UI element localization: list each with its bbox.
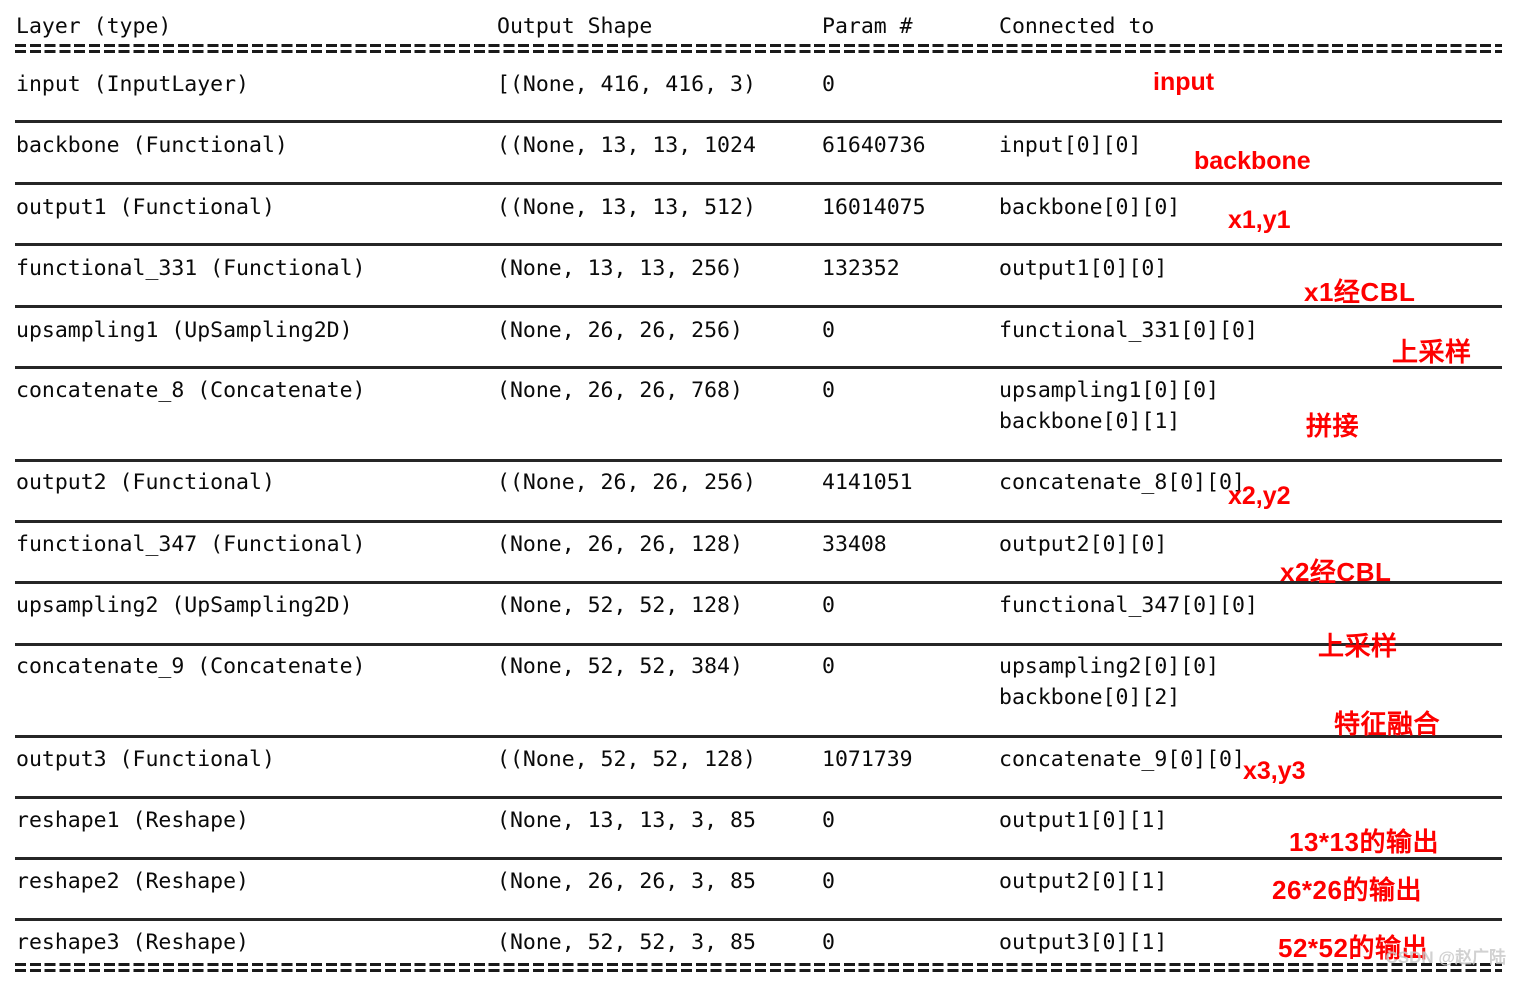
row-separator xyxy=(15,581,1502,584)
cell-output-shape: (None, 52, 52, 128) xyxy=(497,593,743,618)
divider-double-top xyxy=(15,44,1502,53)
anno-upsample-2: 上采样 xyxy=(1318,631,1398,661)
cell-layer: concatenate_8 (Concatenate) xyxy=(16,378,366,403)
cell-param-count: 1071739 xyxy=(822,747,913,772)
anno-x3y3: x3,y3 xyxy=(1243,757,1306,785)
row-separator xyxy=(15,857,1502,860)
cell-output-shape: (None, 26, 26, 256) xyxy=(497,318,743,343)
anno-input: input xyxy=(1153,68,1215,96)
row-separator xyxy=(15,120,1502,123)
cell-output-shape: (None, 13, 13, 3, 85 xyxy=(497,808,756,833)
cell-layer: output2 (Functional) xyxy=(16,470,275,495)
cell-layer: reshape1 (Reshape) xyxy=(16,808,249,833)
row-separator xyxy=(15,796,1502,799)
cell-connected-to: upsampling2[0][0] xyxy=(999,654,1220,679)
cell-output-shape: (None, 52, 52, 384) xyxy=(497,654,743,679)
cell-connected-to: output2[0][0] xyxy=(999,532,1168,557)
cell-connected-to: output1[0][0] xyxy=(999,256,1168,281)
cell-output-shape: [(None, 416, 416, 3) xyxy=(497,72,756,97)
cell-connected-to: functional_347[0][0] xyxy=(999,593,1258,618)
anno-concat-1: 拼接 xyxy=(1306,411,1360,441)
anno-upsample-1: 上采样 xyxy=(1392,337,1472,367)
cell-layer: concatenate_9 (Concatenate) xyxy=(16,654,366,679)
cell-output-shape: (None, 26, 26, 768) xyxy=(497,378,743,403)
cell-output-shape: ((None, 26, 26, 256) xyxy=(497,470,756,495)
cell-layer: upsampling1 (UpSampling2D) xyxy=(16,318,353,343)
anno-x1-cbl: x1经CBL xyxy=(1304,277,1416,307)
cell-layer: reshape3 (Reshape) xyxy=(16,930,249,955)
cell-connected-to-secondary: backbone[0][2] xyxy=(999,685,1181,710)
row-separator xyxy=(15,918,1502,921)
cell-param-count: 0 xyxy=(822,808,835,833)
cell-output-shape: (None, 26, 26, 3, 85 xyxy=(497,869,756,894)
cell-connected-to: output1[0][1] xyxy=(999,808,1168,833)
header-connected: Connected to xyxy=(999,14,1155,39)
cell-param-count: 0 xyxy=(822,930,835,955)
cell-param-count: 132352 xyxy=(822,256,900,281)
cell-connected-to: functional_331[0][0] xyxy=(999,318,1258,343)
row-separator xyxy=(15,182,1502,185)
cell-connected-to: backbone[0][0] xyxy=(999,195,1181,220)
cell-connected-to-secondary: backbone[0][1] xyxy=(999,409,1181,434)
cell-output-shape: ((None, 52, 52, 128) xyxy=(497,747,756,772)
cell-layer: upsampling2 (UpSampling2D) xyxy=(16,593,353,618)
watermark: CSDN @赵广陆 xyxy=(1385,948,1506,967)
cell-layer: functional_331 (Functional) xyxy=(16,256,366,281)
divider-double-bottom xyxy=(15,963,1502,972)
cell-output-shape: ((None, 13, 13, 512) xyxy=(497,195,756,220)
cell-connected-to: input[0][0] xyxy=(999,133,1142,158)
anno-x1y1: x1,y1 xyxy=(1228,206,1291,234)
anno-out-13: 13*13的输出 xyxy=(1289,827,1439,857)
header-layer: Layer (type) xyxy=(16,14,172,39)
row-separator xyxy=(15,735,1502,738)
row-separator xyxy=(15,520,1502,523)
cell-layer: reshape2 (Reshape) xyxy=(16,869,249,894)
anno-x2-cbl: x2经CBL xyxy=(1280,557,1392,587)
cell-param-count: 4141051 xyxy=(822,470,913,495)
row-separator xyxy=(15,459,1502,462)
cell-connected-to: output3[0][1] xyxy=(999,930,1168,955)
cell-param-count: 16014075 xyxy=(822,195,926,220)
cell-connected-to: concatenate_9[0][0] xyxy=(999,747,1245,772)
cell-connected-to: upsampling1[0][0] xyxy=(999,378,1220,403)
cell-connected-to: output2[0][1] xyxy=(999,869,1168,894)
cell-param-count: 61640736 xyxy=(822,133,926,158)
cell-param-count: 33408 xyxy=(822,532,887,557)
cell-output-shape: (None, 26, 26, 128) xyxy=(497,532,743,557)
cell-layer: functional_347 (Functional) xyxy=(16,532,366,557)
row-separator xyxy=(15,366,1502,369)
cell-layer: backbone (Functional) xyxy=(16,133,288,158)
cell-layer: output1 (Functional) xyxy=(16,195,275,220)
cell-param-count: 0 xyxy=(822,869,835,894)
cell-connected-to: concatenate_8[0][0] xyxy=(999,470,1245,495)
cell-output-shape: (None, 13, 13, 256) xyxy=(497,256,743,281)
cell-output-shape: ((None, 13, 13, 1024 xyxy=(497,133,756,158)
anno-feature-fuse: 特征融合 xyxy=(1334,709,1441,739)
row-separator xyxy=(15,305,1502,308)
cell-param-count: 0 xyxy=(822,593,835,618)
cell-layer: output3 (Functional) xyxy=(16,747,275,772)
anno-out-26: 26*26的输出 xyxy=(1272,875,1422,905)
cell-param-count: 0 xyxy=(822,654,835,679)
cell-param-count: 0 xyxy=(822,72,835,97)
header-param: Param # xyxy=(822,14,913,39)
cell-param-count: 0 xyxy=(822,318,835,343)
anno-backbone: backbone xyxy=(1194,147,1311,175)
row-separator xyxy=(15,243,1502,246)
header-shape: Output Shape xyxy=(497,14,653,39)
row-separator xyxy=(15,643,1502,646)
cell-output-shape: (None, 52, 52, 3, 85 xyxy=(497,930,756,955)
anno-x2y2: x2,y2 xyxy=(1228,482,1291,510)
cell-layer: input (InputLayer) xyxy=(16,72,249,97)
cell-param-count: 0 xyxy=(822,378,835,403)
